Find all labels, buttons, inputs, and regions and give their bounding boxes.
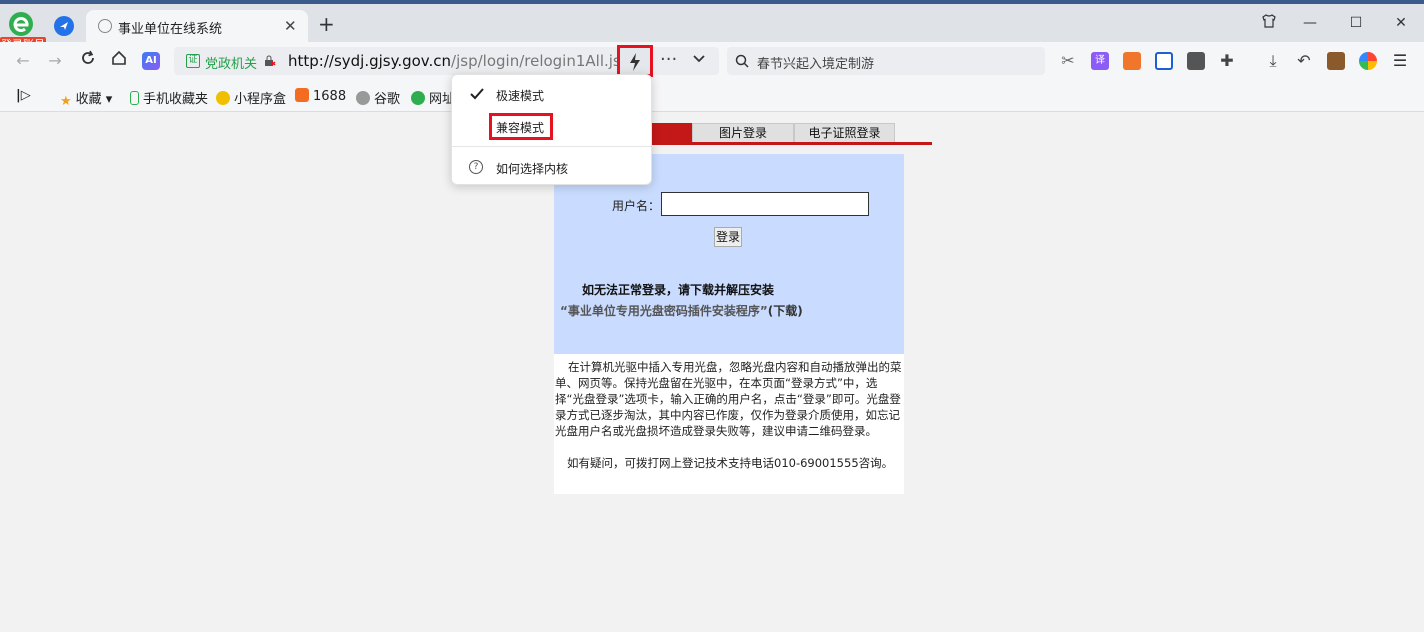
- search-input[interactable]: 春节兴起入境定制游: [757, 53, 874, 72]
- back-icon[interactable]: ←: [12, 50, 34, 72]
- instructions-text: 在计算机光驱中插入专用光盘，忽略光盘内容和自动播放弹出的菜单、网页等。保持光盘留…: [555, 360, 902, 438]
- close-icon[interactable]: ✕: [284, 17, 297, 35]
- download-icon[interactable]: ⤓: [1262, 50, 1284, 72]
- menu-item-compat-mode[interactable]: 兼容模式: [452, 111, 653, 141]
- 1688-icon: [295, 88, 309, 102]
- translate-icon[interactable]: 译: [1091, 52, 1109, 70]
- download-link[interactable]: (下载): [768, 304, 803, 318]
- username-input[interactable]: [661, 192, 869, 216]
- bookmark-1688[interactable]: 1688: [295, 88, 346, 104]
- tab-image-login[interactable]: 图片登录: [692, 123, 794, 142]
- render-mode-button[interactable]: [617, 45, 653, 77]
- globe-icon: [98, 19, 112, 33]
- navigation-icon[interactable]: [54, 16, 74, 36]
- site-icon: [411, 91, 425, 105]
- bookmarks-bar: |▷ ★ 收藏 ▾ 手机收藏夹 小程序盒 1688 谷歌 网址: [0, 80, 1424, 112]
- sidebar-toggle-icon[interactable]: |▷: [16, 88, 31, 103]
- cert-label[interactable]: 党政机关: [205, 53, 257, 72]
- menu-icon[interactable]: ☰: [1389, 50, 1411, 72]
- home-icon[interactable]: [108, 50, 130, 72]
- menu-item-kernel-help[interactable]: ? 如何选择内核: [452, 152, 653, 182]
- login-button[interactable]: 登录: [714, 227, 742, 247]
- insecure-lock-icon[interactable]: [264, 55, 276, 67]
- maximize-icon[interactable]: ☐: [1346, 13, 1366, 33]
- new-tab-button[interactable]: +: [318, 14, 335, 34]
- ai-assistant-icon[interactable]: AI: [142, 52, 160, 70]
- instructions-box: 在计算机光驱中插入专用光盘，忽略光盘内容和自动播放弹出的菜单、网页等。保持光盘留…: [554, 354, 904, 494]
- window-close-icon[interactable]: ✕: [1391, 13, 1411, 33]
- phone-icon: [130, 91, 139, 105]
- toolbar: ← → AI 证 党政机关 http://sydj.gjsy.gov.cn/js…: [0, 42, 1424, 80]
- contact-text: 如有疑问，可拨打网上登记技术支持电话010-69001555咨询。: [567, 456, 894, 470]
- undo-icon[interactable]: ↶: [1293, 50, 1315, 72]
- menu-item-speed-mode[interactable]: 极速模式: [452, 79, 653, 109]
- username-label: 用户名：: [612, 199, 661, 213]
- star-icon: ★: [60, 94, 72, 109]
- chevron-down-icon[interactable]: [692, 52, 706, 66]
- bookmark-favorites[interactable]: ★ 收藏 ▾: [60, 88, 112, 109]
- reader-icon[interactable]: [1187, 52, 1205, 70]
- globe-icon: [356, 91, 370, 105]
- search-icon: [735, 54, 749, 68]
- page-content: 登录 图片登录 电子证照登录 用户名： 登录 如无法正常登录，请下载并解压安装 …: [0, 113, 1424, 632]
- tab-active[interactable]: 事业单位在线系统 ✕: [86, 10, 308, 42]
- render-mode-menu: 极速模式 兼容模式 ? 如何选择内核: [451, 74, 653, 185]
- minimize-icon[interactable]: —: [1300, 13, 1320, 33]
- certificate-icon: 证: [186, 54, 200, 68]
- browser-logo-icon[interactable]: [8, 11, 34, 37]
- network-icon[interactable]: [1155, 52, 1173, 70]
- menu-divider: [452, 146, 653, 147]
- check-icon: [470, 88, 484, 100]
- miniapp-icon: [216, 91, 230, 105]
- url-text[interactable]: http://sydj.gjsy.gov.cn/jsp/login/relogi…: [288, 52, 618, 70]
- skin-shirt-icon[interactable]: [1259, 13, 1279, 33]
- bookmark-mobile[interactable]: 手机收藏夹: [130, 88, 208, 107]
- help-icon: ?: [469, 160, 483, 174]
- tab-e-certificate-login[interactable]: 电子证照登录: [794, 123, 895, 142]
- plugin-notice: “事业单位专用光盘密码插件安装程序”(下载): [560, 304, 803, 318]
- toolbox-icon[interactable]: [1327, 52, 1345, 70]
- forward-icon[interactable]: →: [44, 50, 66, 72]
- install-notice: 如无法正常登录，请下载并解压安装: [582, 283, 775, 297]
- bookmark-sites[interactable]: 网址: [411, 88, 455, 107]
- bookmark-google[interactable]: 谷歌: [356, 88, 400, 107]
- bookmark-miniapp[interactable]: 小程序盒: [216, 88, 286, 107]
- search-bar[interactable]: 春节兴起入境定制游: [727, 47, 1045, 75]
- ai-app-icon[interactable]: [1359, 52, 1377, 70]
- tab-strip: 登录账号 事业单位在线系统 ✕ + — ☐ ✕: [0, 4, 1424, 53]
- more-icon[interactable]: ···: [660, 49, 677, 70]
- address-bar[interactable]: 证 党政机关 http://sydj.gjsy.gov.cn/jsp/login…: [174, 45, 719, 77]
- extensions-icon[interactable]: ✚: [1216, 50, 1238, 72]
- lightning-icon: [630, 53, 640, 71]
- game-icon[interactable]: [1123, 52, 1141, 70]
- tab-title: 事业单位在线系统: [118, 22, 223, 37]
- reload-icon[interactable]: [77, 50, 99, 72]
- scissors-icon[interactable]: ✂: [1057, 50, 1079, 72]
